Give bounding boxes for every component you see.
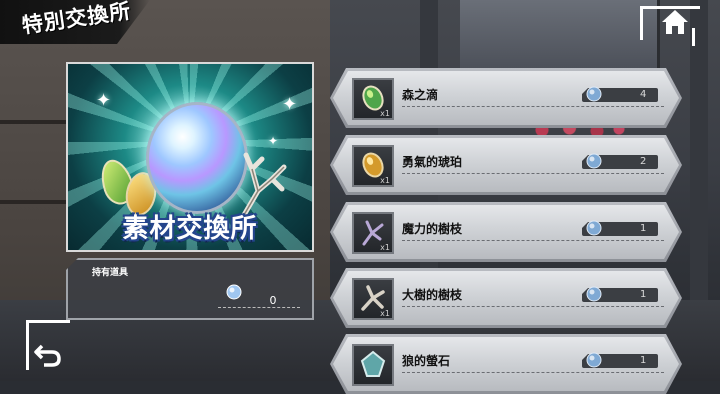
exchange-row[interactable]: x1 魔力的樹枝 1	[330, 202, 682, 262]
item-name: 魔力的樹枝	[402, 222, 463, 236]
green-drop-gem-icon: x1	[352, 78, 394, 120]
crystal-currency-icon	[586, 153, 602, 169]
bg-shelf	[0, 120, 70, 124]
crystal-currency-icon	[226, 284, 242, 300]
exchange-row[interactable]: 狼的螢石 1	[330, 334, 682, 394]
item-name: 勇氣的琥珀	[402, 155, 463, 169]
cost-value: 1	[640, 289, 647, 300]
exchange-row[interactable]: x1 勇氣的琥珀 2	[330, 135, 682, 195]
crystal-currency-icon	[586, 220, 602, 236]
item-name: 森之滴	[402, 88, 439, 102]
crystal-currency-icon	[586, 352, 602, 368]
magic-branch-icon: x1	[352, 212, 394, 254]
crystal-currency-icon	[586, 86, 602, 102]
held-count: 0	[269, 294, 277, 307]
sparkle-icon: ✦	[282, 94, 298, 115]
wolf-fluorite-icon	[352, 344, 394, 386]
sparkle-icon: ✦	[268, 134, 279, 148]
banner-label: 素材交換所	[122, 214, 258, 244]
item-name: 狼的螢石	[402, 354, 451, 368]
cost-value: 2	[640, 156, 647, 167]
back-arrow-icon	[34, 344, 61, 367]
item-quantity: x1	[380, 309, 390, 318]
item-quantity: x1	[380, 109, 390, 118]
cost-value: 1	[640, 223, 647, 234]
exchange-list[interactable]: x1 森之滴 4 x1 勇氣的琥珀 2 x1 魔力的樹枝 1 x1 大樹的樹枝 …	[330, 0, 690, 394]
item-name: 大樹的樹枝	[402, 288, 463, 302]
material-exchange-banner: ✦ ✦ ✦ 素材交換所	[66, 62, 314, 252]
back-button[interactable]	[26, 320, 82, 370]
divider	[402, 372, 664, 373]
item-quantity: x1	[380, 176, 390, 185]
divider	[218, 307, 300, 308]
divider	[402, 240, 664, 241]
exchange-row[interactable]: x1 大樹的樹枝 1	[330, 268, 682, 328]
crystal-currency-icon	[586, 286, 602, 302]
amber-gem-icon: x1	[352, 145, 394, 187]
home-button-frame-edge	[692, 28, 695, 46]
exchange-row[interactable]: x1 森之滴 4	[330, 68, 682, 128]
divider	[402, 306, 664, 307]
cost-value: 1	[640, 355, 647, 366]
tree-branch-icon: x1	[352, 278, 394, 320]
item-quantity: x1	[380, 243, 390, 252]
bg-shelf	[0, 200, 70, 204]
divider	[402, 173, 664, 174]
sparkle-icon: ✦	[96, 90, 112, 111]
held-items-panel: 持有道具 0	[66, 258, 314, 320]
cost-value: 4	[640, 89, 647, 100]
held-items-title: 持有道具	[92, 268, 129, 278]
crystal-gem-icon	[146, 102, 248, 214]
divider	[402, 106, 664, 107]
